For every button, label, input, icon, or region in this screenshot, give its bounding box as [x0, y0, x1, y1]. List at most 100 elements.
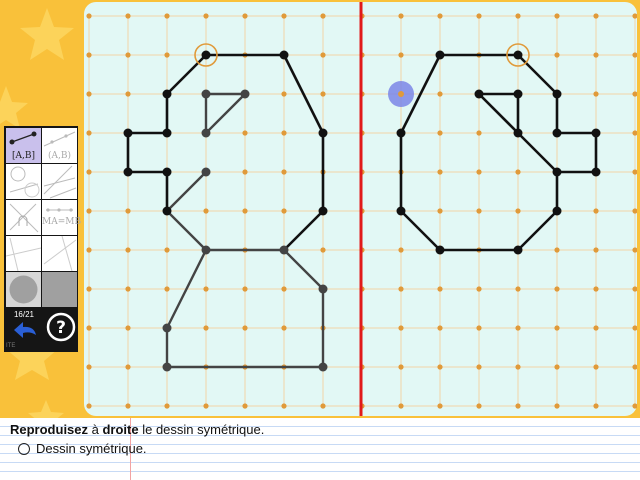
grid-dot: [398, 325, 404, 331]
grid-dot: [86, 91, 92, 97]
grid-dot: [632, 364, 637, 370]
grid-dot: [515, 286, 521, 292]
grid-dot: [125, 403, 131, 409]
grid-dot: [437, 130, 443, 136]
option-row[interactable]: Dessin symétrique.: [18, 441, 147, 456]
grid-dot: [632, 247, 637, 253]
polygon-tool[interactable]: [6, 236, 41, 271]
grid-dot: [515, 13, 521, 19]
grid-canvas[interactable]: [84, 2, 637, 416]
grid-dot: [398, 286, 404, 292]
grid-dot: [86, 325, 92, 331]
grid-dot: [515, 403, 521, 409]
grid-dot: [281, 130, 287, 136]
right-figure-segment: [517, 54, 558, 95]
grid-dot: [554, 247, 560, 253]
grid-dot: [86, 52, 92, 58]
left-figure-segment: [283, 249, 324, 290]
help-button[interactable]: ?: [46, 312, 76, 342]
left-figure-point: [201, 245, 211, 255]
grid-dot: [437, 208, 443, 214]
grid-dot: [242, 169, 248, 175]
left-figure-point: [318, 362, 328, 372]
right-figure-point: [552, 167, 562, 177]
option-radio[interactable]: [18, 442, 30, 455]
grid-dot: [515, 169, 521, 175]
grid-dot: [203, 403, 209, 409]
grid-dot: [125, 364, 131, 370]
grid-dot: [320, 403, 326, 409]
right-figure-point: [513, 245, 523, 255]
fill-color-tool[interactable]: [6, 272, 41, 307]
left-figure-point: [201, 128, 211, 138]
right-figure-point: [591, 167, 601, 177]
grid-dot: [86, 208, 92, 214]
instruction-connector: à: [88, 422, 103, 437]
grid-dot: [242, 286, 248, 292]
line-tool[interactable]: (A,B): [42, 128, 77, 163]
instruction-side: droite: [102, 422, 139, 437]
midpoint-tool[interactable]: MA=MB: [42, 200, 81, 235]
grid-dot: [242, 13, 248, 19]
grid-dot: [437, 364, 443, 370]
grid-dot: [437, 286, 443, 292]
perpendicular-tool[interactable]: [6, 200, 41, 235]
grid-dot: [437, 169, 443, 175]
parallel-tool[interactable]: [42, 164, 77, 199]
left-figure-point: [201, 50, 211, 60]
grid-dot: [632, 286, 637, 292]
segment-tool[interactable]: [A,B]: [6, 128, 41, 163]
circle-tool[interactable]: [6, 164, 41, 199]
grid-dot: [125, 91, 131, 97]
grid-dot: [125, 208, 131, 214]
grid-dot: [593, 403, 599, 409]
grid-dot: [281, 169, 287, 175]
left-figure-point: [201, 167, 211, 177]
grid-dot: [632, 325, 637, 331]
grid-dot: [281, 325, 287, 331]
right-figure-point: [474, 89, 484, 99]
left-figure-point: [318, 284, 328, 294]
grid-dot: [476, 325, 482, 331]
right-figure-point: [552, 89, 562, 99]
grid-dot: [554, 403, 560, 409]
left-figure-point: [318, 128, 328, 138]
grid-dot: [203, 286, 209, 292]
grid-dot: [86, 130, 92, 136]
grid-dot: [86, 403, 92, 409]
grid-dot: [125, 247, 131, 253]
right-figure-point: [591, 128, 601, 138]
grid-dot: [593, 325, 599, 331]
grid-dot: [125, 13, 131, 19]
grid-dot: [437, 13, 443, 19]
grid-dot: [476, 286, 482, 292]
grid-dot: [593, 208, 599, 214]
right-figure-point: [396, 206, 406, 216]
right-figure-point: [513, 89, 523, 99]
grid-dot: [632, 208, 637, 214]
drawing-board[interactable]: [84, 2, 637, 416]
stroke-color-tool[interactable]: [42, 272, 77, 307]
grid-dot: [593, 247, 599, 253]
angle-tool[interactable]: [42, 236, 77, 271]
left-figure-point: [318, 206, 328, 216]
right-figure-point: [552, 206, 562, 216]
grid-dot: [242, 130, 248, 136]
grid-dot: [203, 13, 209, 19]
grid-dot: [632, 130, 637, 136]
grid-dot: [203, 325, 209, 331]
grid-dot: [86, 169, 92, 175]
grid-dot: [164, 403, 170, 409]
left-figure-segment: [166, 171, 207, 212]
back-button[interactable]: [12, 320, 38, 340]
cursor-dot: [398, 91, 404, 97]
grid-dot: [242, 403, 248, 409]
left-figure-segment: [283, 210, 324, 251]
grid-dot: [437, 403, 443, 409]
grid-dot: [164, 13, 170, 19]
grid-dot: [86, 247, 92, 253]
right-figure-point: [396, 128, 406, 138]
right-figure-point: [435, 50, 445, 60]
grid-dot: [125, 286, 131, 292]
instruction-text: Reproduisez à droite le dessin symétriqu…: [10, 422, 264, 437]
